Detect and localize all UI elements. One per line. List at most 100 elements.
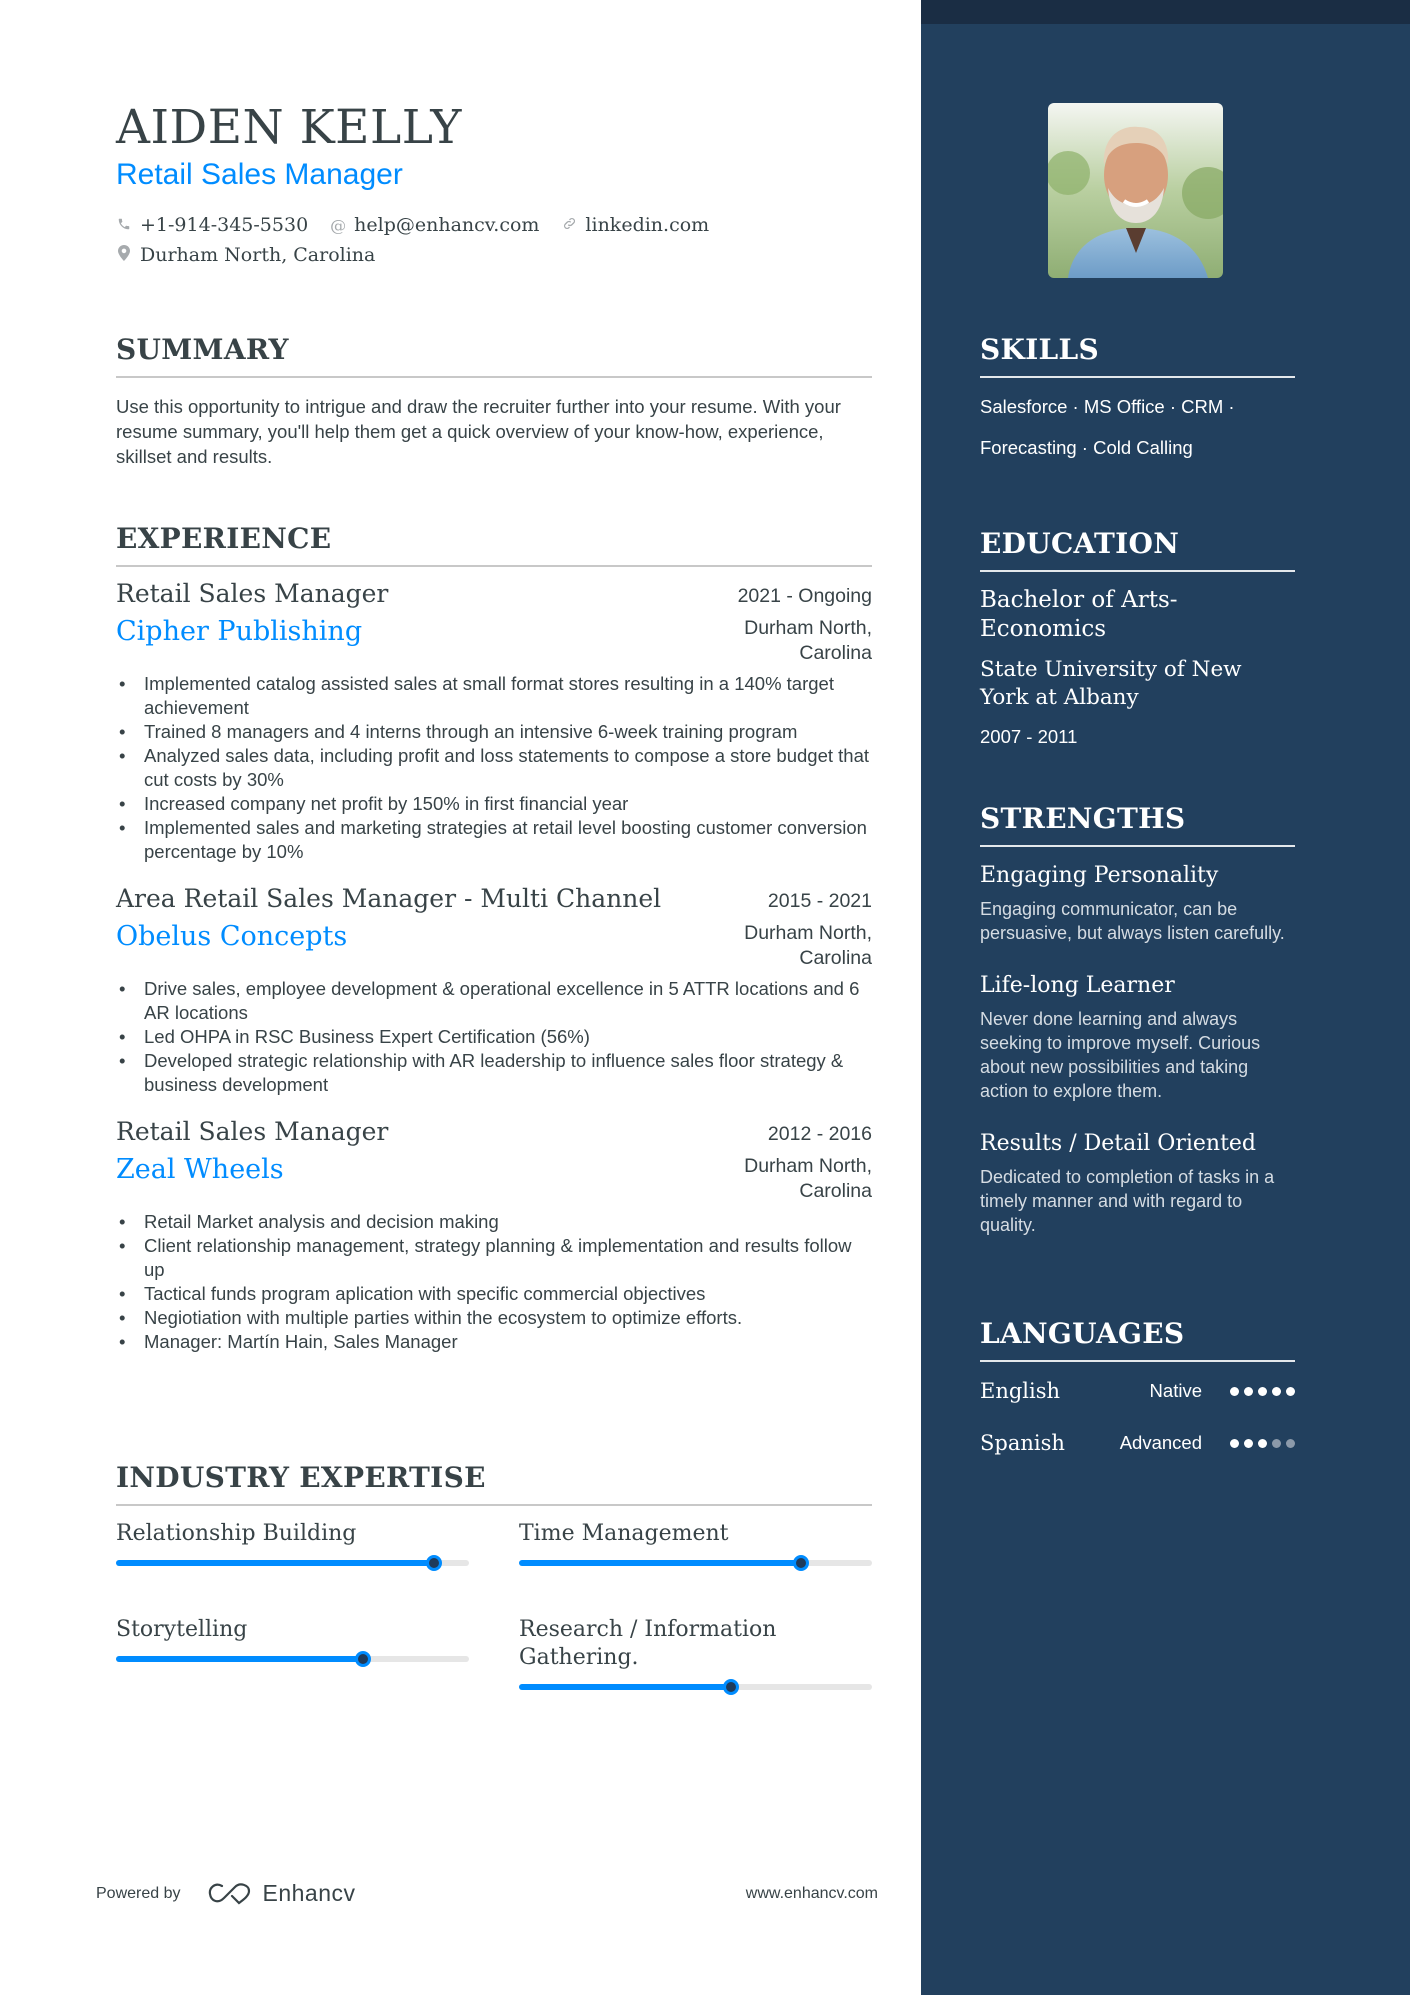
industry-expertise-title: INDUSTRY EXPERTISE bbox=[116, 1461, 486, 1494]
linkedin-url: linkedin.com bbox=[585, 214, 710, 236]
rating-dot-filled bbox=[1258, 1438, 1267, 1448]
summary-title: SUMMARY bbox=[116, 333, 289, 366]
section-divider bbox=[980, 570, 1295, 572]
job-dates: 2021 - Ongoing bbox=[737, 585, 872, 607]
contact-phone[interactable]: +1-914-345-5530 bbox=[116, 214, 308, 236]
link-icon bbox=[561, 216, 577, 235]
strength-description: Never done learning and always seeking t… bbox=[980, 1009, 1261, 1101]
expertise-label: Storytelling bbox=[116, 1617, 248, 1642]
summary-section: SUMMARY Use this opportunity to intrigue… bbox=[116, 333, 872, 469]
language-name: Spanish bbox=[980, 1431, 1065, 1455]
job-bullet: Client relationship management, strategy… bbox=[116, 1234, 872, 1282]
expertise-bar-knob bbox=[793, 1555, 810, 1571]
website-link[interactable]: www.enhancv.com bbox=[746, 1885, 878, 1903]
expertise-item: Time Management bbox=[519, 1520, 872, 1571]
expertise-bar bbox=[519, 1679, 872, 1695]
education-title: EDUCATION bbox=[980, 527, 1180, 560]
education-school: State University of New York at Albany bbox=[980, 657, 1242, 710]
rating-dot-filled bbox=[1272, 1386, 1281, 1396]
location-text: Durham North, Carolina bbox=[140, 244, 376, 266]
experience-title: EXPERIENCE bbox=[116, 522, 332, 555]
strength-item: Engaging Personality Engaging communicat… bbox=[980, 861, 1295, 945]
language-item: Spanish Advanced bbox=[980, 1426, 1295, 1460]
footer: Powered by Enhancv www.enhancv.com bbox=[96, 1880, 878, 1907]
skills-title: SKILLS bbox=[980, 333, 1100, 366]
section-divider bbox=[980, 1360, 1295, 1362]
location-pin-icon bbox=[116, 245, 132, 265]
contact-email[interactable]: @ help@enhancv.com bbox=[330, 214, 539, 236]
strength-description: Dedicated to completion of tasks in a ti… bbox=[980, 1167, 1275, 1235]
strengths-section: STRENGTHS Engaging Personality Engaging … bbox=[980, 802, 1295, 1237]
powered-by-label: Powered by bbox=[96, 1884, 181, 1902]
section-divider bbox=[116, 565, 872, 567]
candidate-role: Retail Sales Manager bbox=[116, 158, 403, 191]
section-divider bbox=[980, 845, 1295, 847]
rating-dot-empty bbox=[1272, 1438, 1281, 1448]
job-bullet: Increased company net profit by 150% in … bbox=[116, 792, 872, 816]
job-bullet: Analyzed sales data, including profit an… bbox=[116, 744, 872, 792]
expertise-bar bbox=[116, 1555, 469, 1571]
job-bullet: Tactical funds program aplication with s… bbox=[116, 1282, 872, 1306]
enhancv-logo[interactable]: Enhancv bbox=[207, 1880, 356, 1907]
job-bullet: Retail Market analysis and decision maki… bbox=[116, 1210, 872, 1234]
contact-info: +1-914-345-5530 @ help@enhancv.com linke… bbox=[116, 210, 731, 270]
expertise-bar bbox=[116, 1651, 469, 1667]
job-bullet: Manager: Martín Hain, Sales Manager bbox=[116, 1330, 872, 1354]
phone-icon bbox=[116, 216, 132, 235]
strength-item: Life-long Learner Never done learning an… bbox=[980, 971, 1295, 1103]
job-bullets: Drive sales, employee development & oper… bbox=[116, 977, 872, 1097]
strengths-title: STRENGTHS bbox=[980, 802, 1186, 835]
rating-dot-filled bbox=[1244, 1438, 1253, 1448]
contact-link[interactable]: linkedin.com bbox=[561, 214, 709, 236]
job-title: Area Retail Sales Manager - Multi Channe… bbox=[116, 884, 662, 913]
rating-dot-filled bbox=[1230, 1386, 1239, 1396]
education-degree: Bachelor of Arts-Economics bbox=[980, 587, 1178, 642]
job-title: Retail Sales Manager bbox=[116, 1117, 389, 1146]
languages-section: LANGUAGES English Native Spanish Advance… bbox=[980, 1317, 1295, 1460]
strength-description: Engaging communicator, can be persuasive… bbox=[980, 899, 1285, 943]
expertise-label: Time Management bbox=[519, 1521, 729, 1546]
job-bullet: Led OHPA in RSC Business Expert Certific… bbox=[116, 1025, 872, 1049]
rating-dot-filled bbox=[1244, 1386, 1253, 1396]
strength-title: Life-long Learner bbox=[980, 973, 1175, 998]
section-divider bbox=[116, 376, 872, 378]
company-name: Cipher Publishing bbox=[116, 616, 363, 647]
profile-photo bbox=[1048, 103, 1223, 278]
powered-by: Powered by Enhancv bbox=[96, 1880, 356, 1907]
expertise-item: Relationship Building bbox=[116, 1520, 469, 1571]
job-bullet: Developed strategic relationship with AR… bbox=[116, 1049, 872, 1097]
job-location: Durham North, Carolina bbox=[744, 617, 872, 664]
language-rating bbox=[1230, 1386, 1295, 1396]
phone-number: +1-914-345-5530 bbox=[140, 214, 309, 236]
email-address: help@enhancv.com bbox=[354, 214, 540, 236]
job-dates: 2012 - 2016 bbox=[767, 1123, 872, 1145]
candidate-name: AIDEN KELLY bbox=[116, 100, 462, 155]
expertise-bar bbox=[519, 1555, 872, 1571]
strength-title: Engaging Personality bbox=[980, 863, 1219, 888]
summary-text: Use this opportunity to intrigue and dra… bbox=[116, 396, 841, 467]
expertise-bar-fill bbox=[519, 1684, 731, 1690]
contact-location: Durham North, Carolina bbox=[116, 244, 375, 266]
job-entry: Retail Sales Manager 2021 - Ongoing Ciph… bbox=[116, 579, 872, 864]
education-dates: 2007 - 2011 bbox=[980, 726, 1078, 747]
job-bullet: Drive sales, employee development & oper… bbox=[116, 977, 872, 1025]
expertise-bar-knob bbox=[425, 1555, 442, 1571]
skills-line: Forecasting · Cold Calling bbox=[980, 437, 1193, 458]
expertise-label: Relationship Building bbox=[116, 1521, 357, 1546]
job-dates: 2015 - 2021 bbox=[767, 890, 872, 912]
expertise-label: Research / Information Gathering. bbox=[519, 1617, 777, 1670]
strength-title: Results / Detail Oriented bbox=[980, 1131, 1257, 1156]
job-bullet: Implemented catalog assisted sales at sm… bbox=[116, 672, 872, 720]
language-rating bbox=[1230, 1438, 1295, 1448]
skills-section: SKILLS Salesforce · MS Office · CRM · Fo… bbox=[980, 333, 1295, 468]
job-bullets: Retail Market analysis and decision maki… bbox=[116, 1210, 872, 1354]
strength-item: Results / Detail Oriented Dedicated to c… bbox=[980, 1129, 1295, 1237]
section-divider bbox=[116, 1504, 872, 1506]
expertise-item: Research / Information Gathering. bbox=[519, 1616, 872, 1695]
language-name: English bbox=[980, 1379, 1061, 1403]
expertise-bar-knob bbox=[722, 1679, 739, 1695]
rating-dot-filled bbox=[1258, 1386, 1267, 1396]
job-title: Retail Sales Manager bbox=[116, 579, 389, 608]
sidebar: SKILLS Salesforce · MS Office · CRM · Fo… bbox=[921, 0, 1410, 1995]
job-bullets: Implemented catalog assisted sales at sm… bbox=[116, 672, 872, 864]
